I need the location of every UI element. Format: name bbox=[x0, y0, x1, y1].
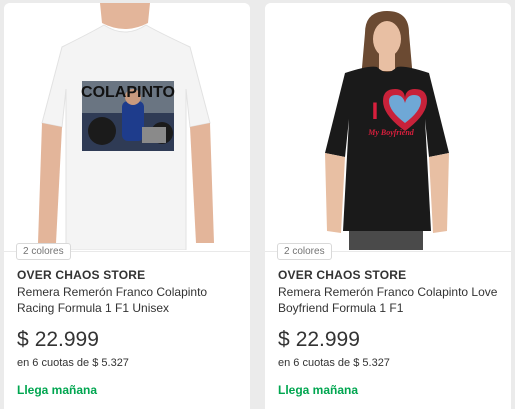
product-card[interactable]: I My Boyfriend 2 colores OVER CHAOS STOR… bbox=[265, 3, 511, 409]
price-currency: $ bbox=[278, 328, 290, 351]
store-name[interactable]: OVER CHAOS STORE bbox=[17, 268, 145, 282]
product-image[interactable]: I My Boyfriend bbox=[265, 3, 511, 250]
shipping-label: Llega mañana bbox=[17, 383, 98, 397]
print-text: COLAPINTO bbox=[81, 84, 175, 101]
print-text: My Boyfriend bbox=[367, 128, 415, 137]
print-letter: I bbox=[372, 98, 379, 125]
price-currency: $ bbox=[17, 328, 29, 351]
price-amount: 22.999 bbox=[34, 328, 99, 351]
installments: en 6 cuotas de $ 5.327 bbox=[17, 357, 129, 369]
product-title[interactable]: Remera Remerón Franco Colapinto Love Boy… bbox=[278, 284, 503, 316]
price-amount: 22.999 bbox=[295, 328, 360, 351]
product-image[interactable]: COLAPINTO bbox=[4, 3, 250, 250]
shipping-label: Llega mañana bbox=[278, 383, 359, 397]
colors-badge: 2 colores bbox=[16, 243, 71, 260]
product-card[interactable]: COLAPINTO 2 colores OVER CHAOS STORE Rem… bbox=[4, 3, 250, 409]
colors-badge: 2 colores bbox=[277, 243, 332, 260]
installments: en 6 cuotas de $ 5.327 bbox=[278, 357, 390, 369]
product-title[interactable]: Remera Remerón Franco Colapinto Racing F… bbox=[17, 284, 242, 316]
price: $22.999 bbox=[278, 328, 360, 352]
price: $22.999 bbox=[17, 328, 99, 352]
store-name[interactable]: OVER CHAOS STORE bbox=[278, 268, 406, 282]
